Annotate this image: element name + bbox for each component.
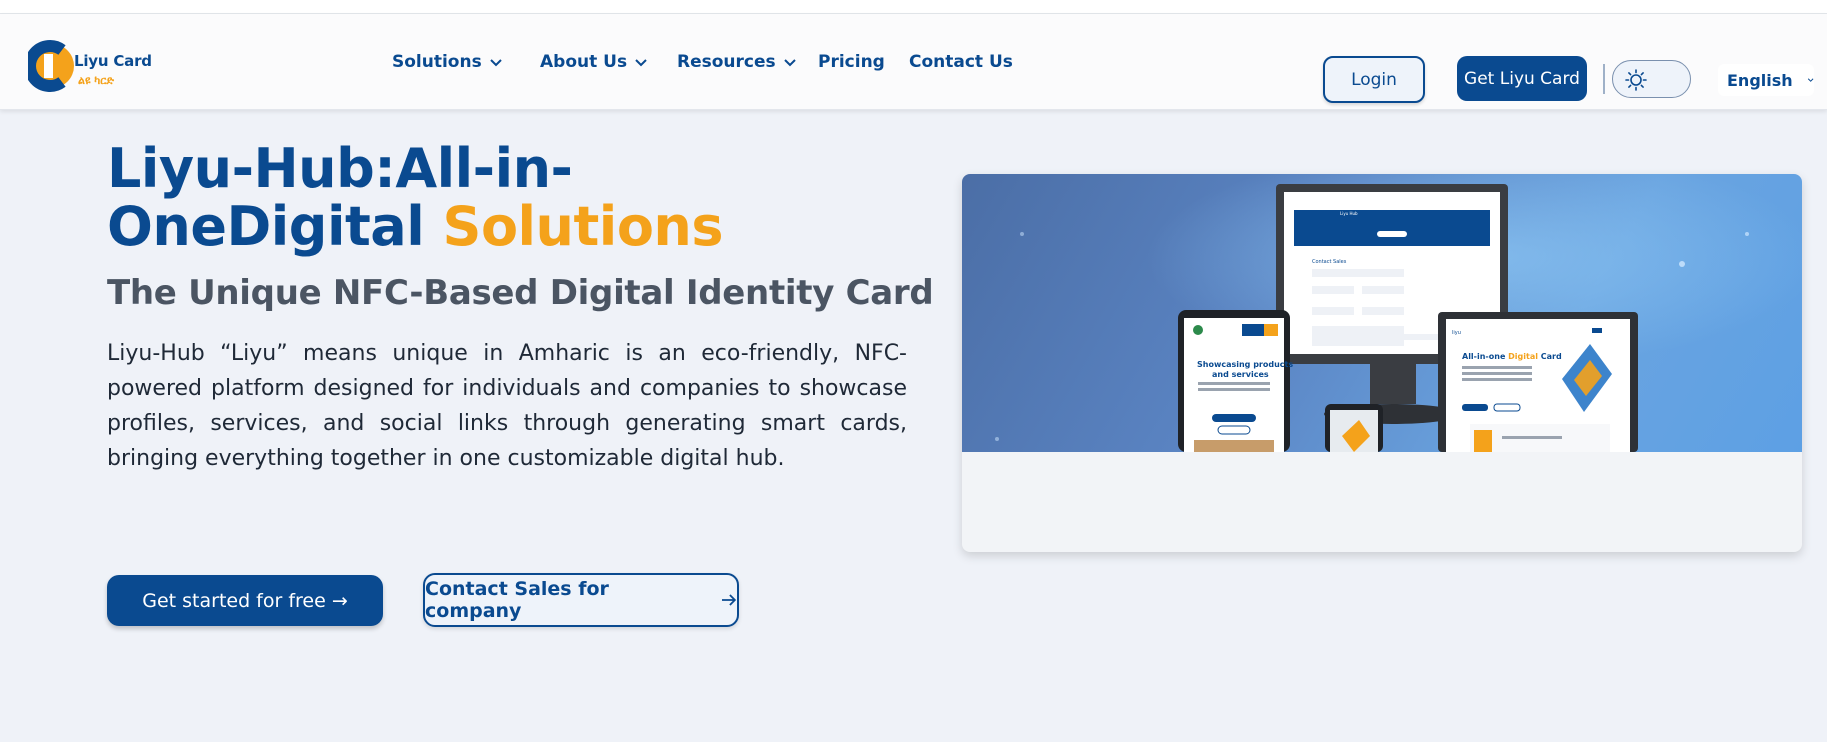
nav-divider <box>1603 64 1605 94</box>
tablet-heading-2: and services <box>1212 370 1269 379</box>
nav-pricing-label: Pricing <box>818 52 885 72</box>
nav-solutions-label: Solutions <box>392 52 482 72</box>
chevron-down-icon <box>490 59 502 67</box>
logo-mark-icon <box>28 40 74 92</box>
hero-title-line1: Liyu-Hub:All-in- <box>107 137 573 200</box>
language-label: English <box>1727 70 1793 90</box>
laptop-heading: All-in-one Digital Card <box>1462 352 1562 361</box>
nav-solutions[interactable]: Solutions <box>392 52 504 72</box>
browser-top-bar <box>0 0 1827 14</box>
nav-pricing[interactable]: Pricing <box>818 52 885 72</box>
get-liyu-card-button[interactable]: Get Liyu Card <box>1457 56 1587 101</box>
logo-text: Liyu Card <box>74 52 152 70</box>
nav-contact-us[interactable]: Contact Us <box>909 52 1013 72</box>
contact-sales-button[interactable]: Contact Sales for company <box>423 573 739 627</box>
sun-icon <box>1625 69 1647 91</box>
logo[interactable]: Liyu Card ልዩ ካርድ <box>28 34 158 94</box>
chevron-down-icon <box>783 59 796 67</box>
arrow-right-icon <box>722 594 737 606</box>
nav-contact-us-label: Contact Us <box>909 52 1013 72</box>
chevron-down-icon <box>1807 78 1814 82</box>
tablet-heading: Showcasing products <box>1197 360 1293 369</box>
logo-subtext: ልዩ ካርድ <box>78 74 114 87</box>
devices-mockup-illustration: Liyu Hub Contact Sales Showcasing produc… <box>962 174 1802 452</box>
nav-resources[interactable]: Resources <box>677 52 798 72</box>
devices-mockup-image: Liyu Hub Contact Sales Showcasing produc… <box>962 174 1802 452</box>
monitor-form-title: Contact Sales <box>1312 259 1347 265</box>
hero-title-line2: OneDigital <box>107 195 425 258</box>
language-select[interactable]: English <box>1718 64 1814 96</box>
nav-about-us[interactable]: About Us <box>540 52 649 72</box>
contact-sales-label: Contact Sales for company <box>425 578 609 622</box>
laptop-brand: liyu <box>1452 330 1461 336</box>
get-started-button[interactable]: Get started for free → <box>107 575 383 626</box>
hero-description: Liyu-Hub “Liyu” means unique in Amharic … <box>107 341 907 471</box>
hero-media-card: Liyu Hub Contact Sales Showcasing produc… <box>962 174 1802 552</box>
login-button[interactable]: Login <box>1323 56 1425 103</box>
hero-title: Liyu-Hub:All-in- OneDigital Solutions <box>107 140 927 256</box>
monitor-banner-text: Liyu Hub <box>1340 211 1358 216</box>
hero-title-accent: Solutions <box>442 195 724 258</box>
nav-resources-label: Resources <box>677 52 776 72</box>
chevron-down-icon <box>635 59 647 67</box>
theme-toggle[interactable] <box>1612 60 1691 98</box>
hero-subtitle: The Unique NFC-Based Digital Identity Ca… <box>107 273 934 313</box>
navbar: Liyu Card ልዩ ካርድ Solutions About Us Reso… <box>0 14 1827 110</box>
nav-about-us-label: About Us <box>540 52 628 72</box>
